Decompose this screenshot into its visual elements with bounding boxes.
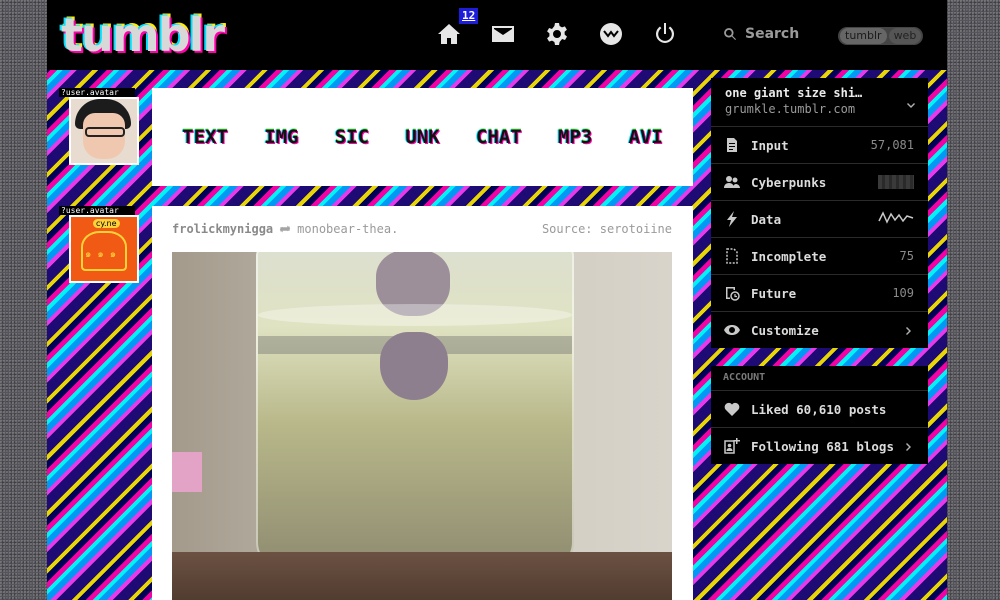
reblogged-from-link[interactable]: monobear-thea. (297, 222, 398, 236)
activity-sparkline (878, 209, 914, 229)
sidebar-item-count: 109 (892, 286, 914, 300)
activity-circle-icon (600, 23, 622, 45)
post-header: frolickmynigga monobear-thea. Source: se… (172, 222, 672, 236)
home-button[interactable]: 12 (435, 8, 479, 50)
dashboard-stage: tumblr 12 tumblr web (47, 0, 947, 600)
blog-selector[interactable]: one giant size shi… grumkle.tumblr.com (711, 78, 928, 126)
avatar[interactable]: cy.ne ๑ ๑ ๑ (69, 215, 139, 283)
drafts-icon (723, 247, 741, 265)
home-icon (438, 24, 460, 44)
dashboard-post: frolickmynigga monobear-thea. Source: se… (152, 206, 693, 600)
activity-button[interactable] (597, 18, 625, 50)
sidebar-item-count: 57,081 (870, 138, 914, 152)
tumblr-logo[interactable]: tumblr (61, 10, 225, 60)
search-input[interactable] (745, 26, 825, 42)
following-icon (723, 437, 741, 455)
people-icon (723, 173, 741, 191)
post-quote-button[interactable]: SIC (335, 126, 369, 148)
sidebar-item-drafts[interactable]: Incomplete 75 (711, 237, 928, 274)
bolt-icon (723, 210, 741, 228)
switch-tumblr[interactable]: tumblr (840, 28, 887, 44)
post-image-button[interactable]: IMG (264, 126, 298, 148)
post-type-bar: TEXT IMG SIC UNK CHAT MP3 AVI (152, 88, 693, 186)
sidebar-item-label: Incomplete (751, 248, 827, 264)
sidebar-item-queue[interactable]: Future 109 (711, 274, 928, 311)
eye-icon (723, 321, 741, 339)
sidebar-item-label: Liked 60,610 posts (751, 401, 887, 417)
document-icon (723, 136, 741, 154)
reblog-icon (278, 223, 292, 235)
post-audio-button[interactable]: MP3 (558, 126, 592, 148)
post-photo[interactable] (172, 252, 672, 600)
search-box[interactable] (723, 26, 825, 42)
sidebar-item-label: Input (751, 137, 789, 153)
sidebar-item-followers[interactable]: Cyberpunks (711, 163, 928, 200)
sidebar-item-label: Future (751, 285, 797, 301)
post-video-button[interactable]: AVI (628, 126, 662, 148)
inbox-button[interactable] (489, 18, 517, 50)
chevron-right-icon (904, 321, 914, 340)
post-chat-button[interactable]: CHAT (476, 126, 522, 148)
header-nav: 12 (435, 8, 679, 50)
queue-icon (723, 284, 741, 302)
blog-title: one giant size shi… (725, 86, 863, 100)
sidebar-item-label: Data (751, 211, 782, 227)
sidebar-item-likes[interactable]: Liked 60,610 posts (711, 390, 928, 427)
user-avatar-1[interactable]: ?user.avatar (59, 88, 139, 172)
search-icon (724, 28, 737, 41)
account-heading: ACCOUNT (711, 366, 928, 390)
blog-url: grumkle.tumblr.com (725, 102, 856, 116)
sidebar-item-count: 75 (899, 249, 914, 263)
post-author-link[interactable]: frolickmynigga (172, 222, 273, 236)
gear-icon (547, 23, 567, 45)
view-switch[interactable]: tumblr web (838, 27, 924, 45)
mail-icon (492, 26, 514, 42)
avatar-label: ?user.avatar (59, 206, 135, 215)
right-sidebar: one giant size shi… grumkle.tumblr.com I… (711, 78, 928, 464)
sidebar-item-following[interactable]: Following 681 blogs (711, 427, 928, 464)
sidebar-item-customize[interactable]: Customize (711, 311, 928, 348)
chevron-right-icon (904, 437, 914, 456)
avatar-label: ?user.avatar (59, 88, 135, 97)
sidebar-item-activity[interactable]: Data (711, 200, 928, 237)
switch-web[interactable]: web (888, 28, 922, 44)
heart-icon (723, 400, 741, 418)
post-link-button[interactable]: UNK (405, 126, 439, 148)
post-text-button[interactable]: TEXT (182, 126, 228, 148)
sidebar-item-label: Customize (751, 322, 819, 338)
followers-count-glitch (878, 175, 914, 189)
post-source-link[interactable]: Source: serotoiine (542, 222, 672, 236)
power-icon (656, 23, 674, 43)
account-menu: Liked 60,610 posts Following 681 blogs (711, 390, 928, 464)
settings-button[interactable] (543, 18, 571, 50)
blog-menu: Input 57,081 Cyberpunks Data Incomplete … (711, 126, 928, 348)
avatar[interactable] (69, 97, 139, 165)
logout-button[interactable] (651, 18, 679, 50)
sidebar-item-label: Following 681 blogs (751, 438, 894, 454)
dashboard-badge: 12 (459, 8, 479, 24)
chevron-down-icon (906, 96, 916, 115)
sidebar-item-posts[interactable]: Input 57,081 (711, 126, 928, 163)
sidebar-item-label: Cyberpunks (751, 174, 827, 190)
top-header: tumblr 12 tumblr web (47, 0, 947, 70)
user-avatar-2[interactable]: ?user.avatar cy.ne ๑ ๑ ๑ (59, 206, 139, 290)
